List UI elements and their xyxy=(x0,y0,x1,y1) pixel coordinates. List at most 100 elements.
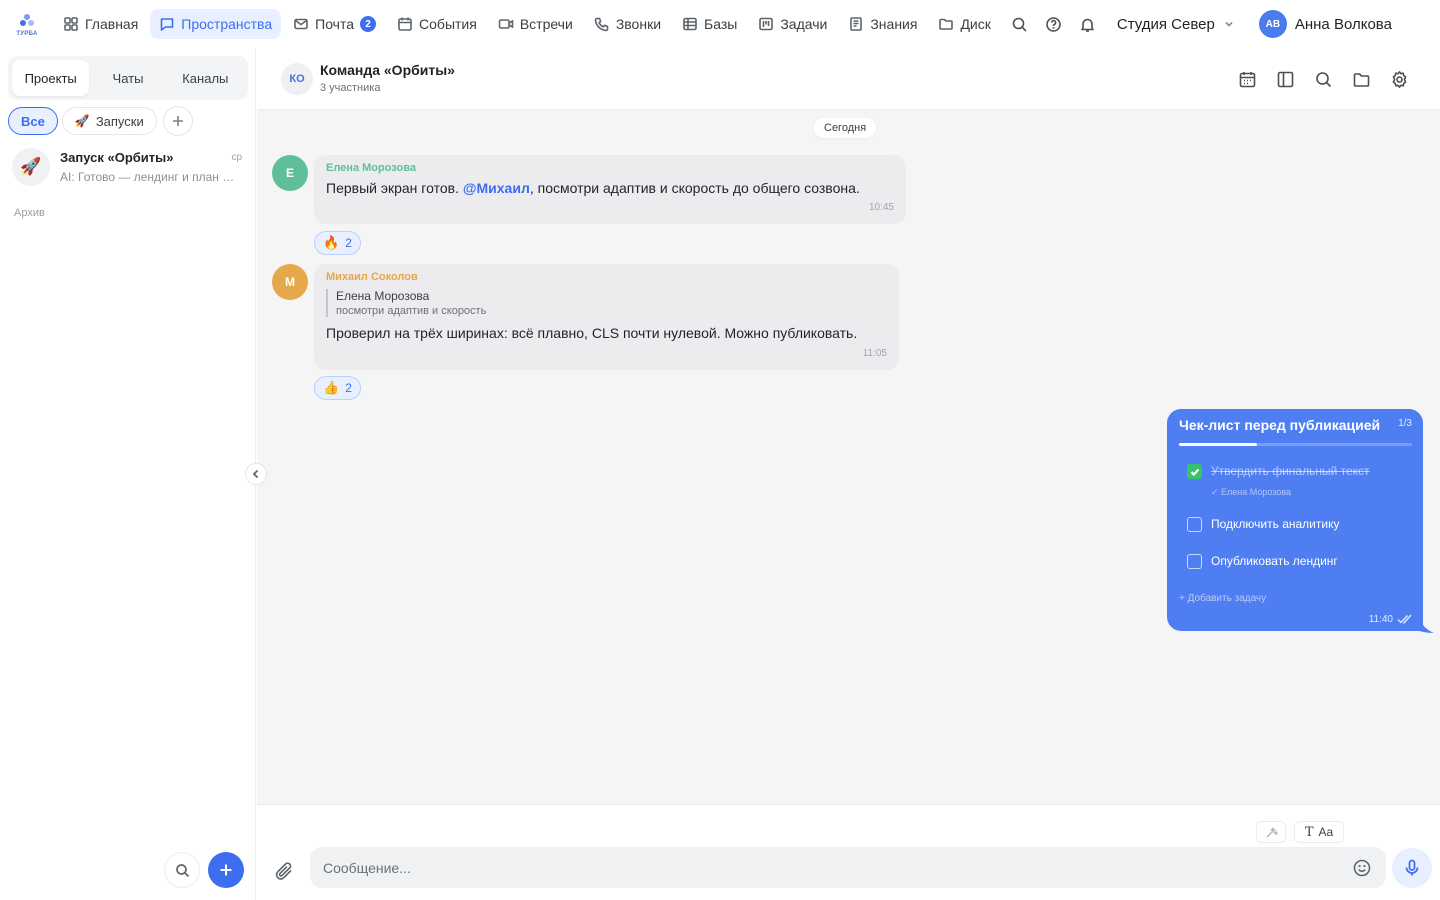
add-task-link[interactable]: + Добавить задачу xyxy=(1179,593,1266,604)
message-bubble[interactable]: Елена Морозова Первый экран готов. @Миха… xyxy=(314,155,906,224)
search-icon xyxy=(175,863,189,877)
double-check-icon xyxy=(1397,614,1412,625)
room-search-button[interactable] xyxy=(1304,62,1342,96)
gear-icon xyxy=(1392,70,1406,88)
fire-icon: 🔥 xyxy=(323,235,340,250)
bell-icon xyxy=(1081,18,1095,32)
nav-meetings[interactable]: Встречи xyxy=(489,9,582,39)
filter-label: Все xyxy=(21,113,45,129)
emoji-picker-button[interactable] xyxy=(1352,858,1372,878)
checklist-item[interactable]: Утвердить финальный текст xyxy=(1187,464,1370,479)
message-author[interactable]: Елена Морозова xyxy=(326,162,894,174)
chat-preview: AI: Готово — лендинг и план публикации xyxy=(60,170,240,184)
workspace-switcher[interactable]: Студия Север xyxy=(1117,16,1235,33)
nav-label: Пространства xyxy=(181,16,273,32)
collapse-sidebar-button[interactable] xyxy=(245,463,267,485)
voice-message-button[interactable] xyxy=(1392,848,1432,888)
phone-icon xyxy=(594,17,609,32)
tab-chats[interactable]: Чаты xyxy=(89,60,166,96)
nav-home[interactable]: Главная xyxy=(54,9,147,39)
reaction-count: 2 xyxy=(345,236,352,250)
checkbox-checked[interactable] xyxy=(1187,464,1202,479)
nav-spaces[interactable]: Пространства xyxy=(150,9,282,39)
toggle-panel-button[interactable] xyxy=(1266,62,1304,96)
attach-file-button[interactable] xyxy=(270,855,298,887)
help-button[interactable] xyxy=(1037,7,1071,41)
app-logo[interactable]: ТУРБА xyxy=(0,0,54,48)
completed-by: ✓ Елена Морозова xyxy=(1211,487,1292,497)
filter-all[interactable]: Все xyxy=(8,107,58,135)
checklist-progress-fill xyxy=(1179,443,1257,446)
quote-text: посмотри адаптив и скорость xyxy=(336,305,487,317)
workspace-name: Студия Север xyxy=(1116,15,1215,33)
nav-knowledge[interactable]: Знания xyxy=(839,9,926,39)
magic-wand-icon xyxy=(1265,826,1278,838)
reaction-fire[interactable]: 🔥 2 xyxy=(314,231,361,255)
room-title[interactable]: Команда «Орбиты» xyxy=(320,62,455,78)
filter-launches[interactable]: 🚀 Запуски xyxy=(61,107,157,135)
reply-quote[interactable]: Елена Морозова посмотри адаптив и скорос… xyxy=(326,289,887,317)
user-mention[interactable]: @Михаил xyxy=(463,180,530,196)
checklist-title: Чек-лист перед публикацией xyxy=(1179,417,1381,433)
main-nav: Главная Пространства Почта 2 События Вст… xyxy=(54,0,1003,48)
chat-list-item[interactable]: 🚀 Запуск «Орбиты» ср AI: Готово — лендин… xyxy=(8,144,248,190)
nav-calls[interactable]: Звонки xyxy=(585,9,670,39)
new-chat-button[interactable] xyxy=(208,852,244,888)
nav-mail[interactable]: Почта 2 xyxy=(284,9,385,39)
room-settings-button[interactable] xyxy=(1380,62,1418,96)
tab-channels[interactable]: Каналы xyxy=(167,60,244,96)
user-menu[interactable]: АВ Анна Волкова xyxy=(1258,10,1392,38)
ai-assist-button[interactable] xyxy=(1256,821,1286,843)
thumbs-up-icon: 👍 xyxy=(323,380,340,395)
notifications-button[interactable] xyxy=(1071,7,1105,41)
paperclip-icon xyxy=(275,862,292,880)
table-icon xyxy=(683,17,697,31)
search-icon xyxy=(1315,71,1331,87)
author-avatar[interactable]: Е xyxy=(272,155,308,191)
author-avatar[interactable]: М xyxy=(272,264,308,300)
mail-unread-badge: 2 xyxy=(360,16,377,32)
filter-label: Запуски xyxy=(95,113,144,129)
nav-tasks[interactable]: Задачи xyxy=(749,9,836,39)
message-bubble[interactable]: Михаил Соколов Елена Морозова посмотри а… xyxy=(314,264,899,370)
archive-section[interactable]: Архив xyxy=(14,207,45,219)
checklist-message[interactable]: Чек-лист перед публикацией 1/3 Утвердить… xyxy=(1167,409,1423,631)
room-avatar[interactable]: КО xyxy=(281,63,313,95)
chat-header: КО Команда «Орбиты» 3 участника xyxy=(257,48,1440,110)
reaction-thumbs-up[interactable]: 👍 2 xyxy=(314,376,361,400)
sidebar-search-button[interactable] xyxy=(164,852,200,888)
checklist-item[interactable]: Подключить аналитику xyxy=(1187,517,1339,532)
message-text: Первый экран готов. @Михаил, посмотри ад… xyxy=(326,180,894,196)
tab-projects[interactable]: Проекты xyxy=(12,60,90,96)
folder-icon xyxy=(1353,72,1369,87)
help-icon xyxy=(1046,16,1062,32)
room-members-count[interactable]: 3 участника xyxy=(320,82,380,94)
checkbox-unchecked[interactable] xyxy=(1187,554,1202,569)
text-format-button[interactable]: T Aa xyxy=(1294,821,1344,843)
message-input[interactable] xyxy=(323,859,1323,876)
room-calendar-button[interactable] xyxy=(1228,62,1266,96)
video-icon xyxy=(498,19,514,29)
nav-label: Встречи xyxy=(519,16,573,32)
reaction-count: 2 xyxy=(345,381,352,395)
mail-icon xyxy=(294,18,308,30)
smiley-icon xyxy=(1353,859,1371,877)
room-files-button[interactable] xyxy=(1342,62,1380,96)
nav-events[interactable]: События xyxy=(388,9,486,39)
book-icon xyxy=(850,17,863,31)
logo-icon xyxy=(20,13,34,26)
message-time: 11:05 xyxy=(862,348,887,359)
spaces-sidebar: Проекты Чаты Каналы Все 🚀 Запуски 🚀 Запу… xyxy=(0,48,256,900)
nav-label: Звонки xyxy=(615,16,662,32)
message-author[interactable]: Михаил Соколов xyxy=(326,271,887,283)
global-search-button[interactable] xyxy=(1003,7,1037,41)
add-filter-button[interactable] xyxy=(162,106,193,136)
message-text-part: , посмотри адаптив и скорость до общего … xyxy=(529,180,860,196)
checklist-item-label: Утвердить финальный текст xyxy=(1211,464,1370,478)
checklist-item[interactable]: Опубликовать лендинг xyxy=(1187,554,1338,569)
nav-bases[interactable]: Базы xyxy=(673,9,746,39)
checkbox-unchecked[interactable] xyxy=(1187,517,1202,532)
read-receipt xyxy=(1397,613,1413,625)
nav-disk[interactable]: Диск xyxy=(929,9,999,39)
logo-wordmark: ТУРБА xyxy=(16,30,38,37)
